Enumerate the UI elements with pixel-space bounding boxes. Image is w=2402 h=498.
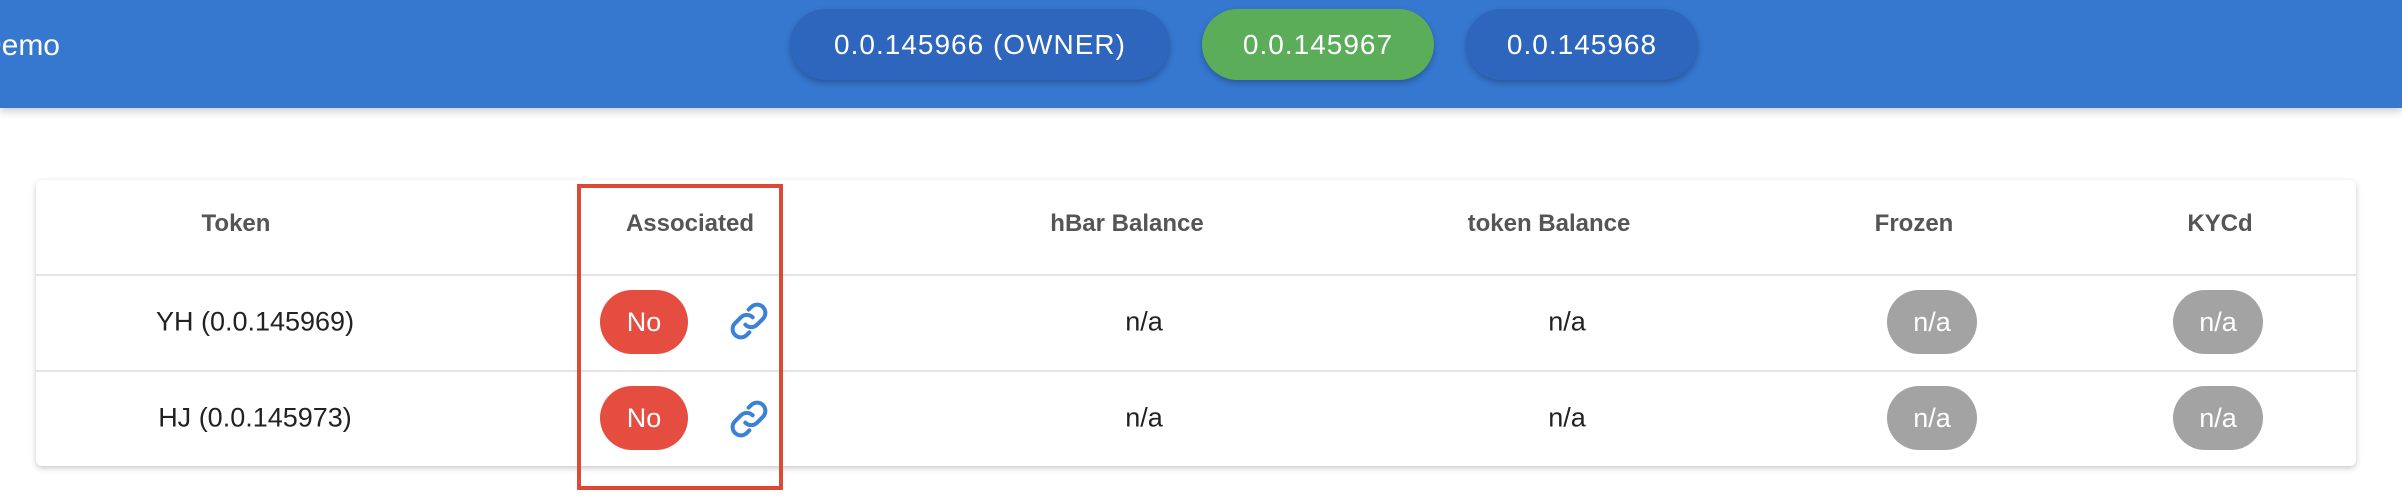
app-title: Demo [0,29,60,62]
column-header-token: Token [201,210,271,237]
link-icon[interactable] [727,299,771,343]
account-button-third[interactable]: 0.0.145968 [1466,9,1698,80]
token-name-cell: YH (0.0.145969) [155,306,355,337]
kycd-status-badge: n/a [2173,290,2263,354]
associated-no-button[interactable]: No [600,386,688,450]
column-header-token-balance: token Balance [1467,210,1631,237]
top-app-bar: Demo 0.0.145966 (OWNER) 0.0.145967 0.0.1… [0,0,2402,108]
frozen-status-badge: n/a [1887,290,1977,354]
token-balance-cell: n/a [1548,306,1586,337]
kycd-status-badge: n/a [2173,386,2263,450]
frozen-status-badge: n/a [1887,386,1977,450]
account-button-selected[interactable]: 0.0.145967 [1202,9,1434,80]
row-divider [36,274,2356,276]
row-divider [36,370,2356,372]
link-icon[interactable] [727,397,771,441]
associated-no-button[interactable]: No [600,290,688,354]
hbar-balance-cell: n/a [1125,306,1163,337]
column-header-associated: Associated [625,210,755,237]
account-button-owner[interactable]: 0.0.145966 (OWNER) [790,9,1170,80]
column-header-hbar-balance: hBar Balance [1050,210,1204,237]
hbar-balance-cell: n/a [1125,402,1163,433]
column-header-frozen: Frozen [1874,210,1954,237]
column-header-kycd: KYCd [2187,210,2253,237]
token-name-cell: HJ (0.0.145973) [158,402,352,433]
token-balance-cell: n/a [1548,402,1586,433]
